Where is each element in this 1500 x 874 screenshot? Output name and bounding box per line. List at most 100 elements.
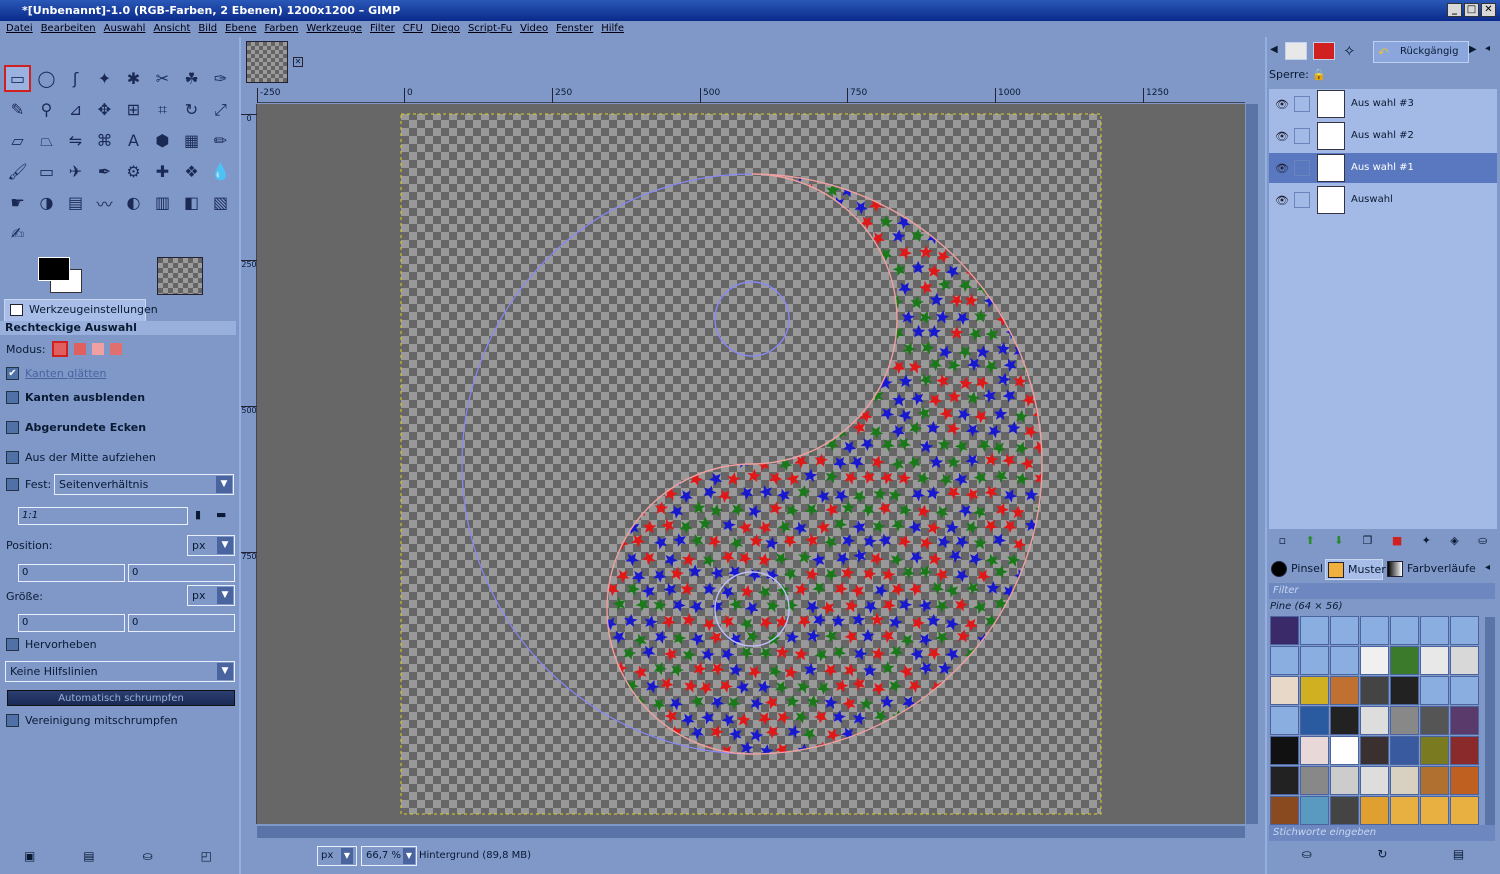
- feather-checkbox[interactable]: [6, 391, 19, 404]
- measure-icon[interactable]: ⊿: [62, 96, 89, 123]
- pattern-swatch[interactable]: [1390, 736, 1419, 765]
- menu-4[interactable]: Bild: [198, 21, 217, 37]
- pattern-swatch[interactable]: [1270, 646, 1299, 675]
- menu-10[interactable]: Diego: [431, 21, 460, 37]
- pattern-swatch[interactable]: [1420, 736, 1449, 765]
- move-icon[interactable]: ✥: [91, 96, 118, 123]
- maximize-button[interactable]: □: [1464, 3, 1479, 17]
- shrink-merged-checkbox[interactable]: [6, 714, 19, 727]
- highlight-option[interactable]: Hervorheben: [6, 638, 97, 651]
- smudge-icon[interactable]: ☛: [4, 189, 31, 216]
- zoom-icon[interactable]: ⚲: [33, 96, 60, 123]
- chain-icon[interactable]: [1294, 128, 1310, 144]
- pattern-swatch[interactable]: [1420, 796, 1449, 825]
- chain-icon[interactable]: [1294, 96, 1310, 112]
- new-layer-icon[interactable]: ▫: [1279, 531, 1286, 551]
- mode-replace-icon[interactable]: [51, 341, 68, 357]
- paths-icon[interactable]: ✧: [1343, 42, 1356, 60]
- minimize-button[interactable]: _: [1447, 3, 1462, 17]
- layer-row[interactable]: 👁 Auswahl: [1269, 185, 1497, 215]
- auto-shrink-button[interactable]: Automatisch schrumpfen: [7, 690, 235, 706]
- eraser-icon[interactable]: ▭: [33, 158, 60, 185]
- pattern-swatch[interactable]: [1420, 676, 1449, 705]
- lock-icon[interactable]: 🔒: [1312, 68, 1326, 81]
- close-icon[interactable]: ✕: [293, 57, 303, 67]
- vertical-scrollbar[interactable]: [1246, 104, 1258, 824]
- rotate-icon[interactable]: ↻: [178, 96, 205, 123]
- menu-7[interactable]: Werkzeuge: [306, 21, 362, 37]
- pattern-swatch[interactable]: [1300, 676, 1329, 705]
- color-select-icon[interactable]: ✱: [120, 65, 147, 92]
- color-balance-icon[interactable]: ▥: [149, 189, 176, 216]
- pattern-swatch[interactable]: [1300, 646, 1329, 675]
- tab-brushes[interactable]: Pinsel: [1269, 559, 1323, 580]
- chain-icon[interactable]: [1294, 192, 1310, 208]
- pattern-swatch[interactable]: [1330, 706, 1359, 735]
- ink-icon[interactable]: ✒: [91, 158, 118, 185]
- warp-icon[interactable]: ✍: [4, 220, 31, 247]
- raise-layer-icon[interactable]: ⬆: [1306, 531, 1315, 551]
- scissors-icon[interactable]: ✂: [149, 65, 176, 92]
- guides-select[interactable]: Keine Hilfslinien ▼: [5, 661, 235, 682]
- pattern-swatch[interactable]: [1300, 616, 1329, 645]
- pattern-swatch[interactable]: [1420, 616, 1449, 645]
- pattern-swatch[interactable]: [1360, 796, 1389, 825]
- ratio-field[interactable]: 1:1: [18, 507, 188, 525]
- pattern-swatch[interactable]: [1420, 706, 1449, 735]
- pattern-swatch[interactable]: [1360, 766, 1389, 795]
- pattern-swatch[interactable]: [1300, 796, 1329, 825]
- open-pattern-icon[interactable]: ▤: [1453, 847, 1464, 865]
- mode-add-icon[interactable]: [73, 343, 86, 355]
- pattern-swatch[interactable]: [1390, 706, 1419, 735]
- pattern-swatch[interactable]: [1300, 736, 1329, 765]
- pattern-filter[interactable]: Filter: [1269, 583, 1495, 599]
- eye-icon[interactable]: 👁: [1275, 194, 1289, 207]
- pattern-swatch[interactable]: [1330, 646, 1359, 675]
- delete-pattern-icon[interactable]: ⛀: [1302, 847, 1312, 865]
- arrow-left-icon[interactable]: ◀: [1270, 44, 1278, 55]
- clone-icon[interactable]: ⚙: [120, 158, 147, 185]
- anchor-layer-icon[interactable]: ■: [1392, 531, 1402, 551]
- foreground-color[interactable]: [38, 257, 70, 281]
- levels-icon[interactable]: ▤: [62, 189, 89, 216]
- chain-icon[interactable]: [1294, 160, 1310, 176]
- image-tab-thumb[interactable]: [246, 41, 288, 83]
- pattern-swatch[interactable]: [1360, 676, 1389, 705]
- fixed-mode-select[interactable]: Seitenverhältnis ▼: [54, 474, 234, 495]
- chevron-down-icon[interactable]: ▼: [403, 848, 415, 864]
- shear-icon[interactable]: ▱: [4, 127, 31, 154]
- close-button[interactable]: ✕: [1481, 3, 1496, 17]
- chevron-down-icon[interactable]: ▼: [341, 848, 353, 864]
- tab-tool-options[interactable]: Werkzeugeinstellungen: [4, 299, 158, 321]
- pattern-swatch[interactable]: [1330, 616, 1359, 645]
- active-image-thumb[interactable]: [157, 257, 203, 295]
- pattern-swatch[interactable]: [1300, 706, 1329, 735]
- portrait-icon[interactable]: ▮: [195, 508, 201, 521]
- dodge-burn-icon[interactable]: ◑: [33, 189, 60, 216]
- menu-3[interactable]: Ansicht: [153, 21, 190, 37]
- cage-icon[interactable]: ⌘: [91, 127, 118, 154]
- menu-13[interactable]: Fenster: [556, 21, 593, 37]
- pattern-swatch[interactable]: [1330, 676, 1359, 705]
- tab-undo[interactable]: ↶ Rückgängig: [1373, 41, 1469, 63]
- scale-icon[interactable]: ⤢: [207, 96, 234, 123]
- rect-select-icon[interactable]: ▭: [4, 65, 31, 92]
- pattern-swatch[interactable]: [1360, 706, 1389, 735]
- pattern-swatch[interactable]: [1450, 646, 1479, 675]
- text-icon[interactable]: A: [120, 127, 147, 154]
- size-unit-select[interactable]: px ▼: [187, 585, 235, 606]
- menu-9[interactable]: CFU: [403, 21, 423, 37]
- rounded-corners-checkbox[interactable]: [6, 421, 19, 434]
- refresh-patterns-icon[interactable]: ↻: [1377, 847, 1387, 865]
- antialias-checkbox[interactable]: ✔: [6, 367, 19, 380]
- image-canvas[interactable]: [257, 104, 1245, 824]
- pattern-swatch[interactable]: [1450, 616, 1479, 645]
- perspective-icon[interactable]: ⏢: [33, 127, 60, 154]
- pattern-swatch[interactable]: [1390, 766, 1419, 795]
- tab-channels[interactable]: [1313, 42, 1335, 60]
- fixed-option[interactable]: Fest:: [6, 478, 51, 491]
- menu-14[interactable]: Hilfe: [601, 21, 624, 37]
- mode-intersect-icon[interactable]: [109, 343, 122, 355]
- tab-layers[interactable]: [1285, 42, 1307, 60]
- horizontal-scrollbar[interactable]: [257, 826, 1245, 838]
